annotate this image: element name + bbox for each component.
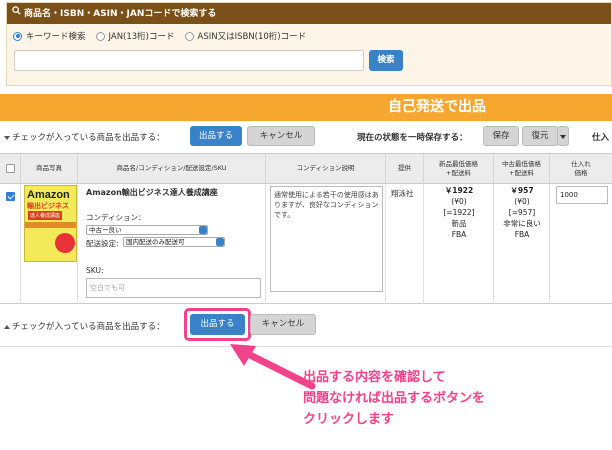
header-provider: 提供	[386, 154, 424, 184]
header-photo: 商品写真	[21, 154, 78, 184]
book-title-line1: Amazon	[27, 189, 70, 201]
condition-select-value: 中古ー良い	[89, 226, 122, 234]
row-checkbox[interactable]	[6, 192, 15, 201]
new-price-block: ￥1922 (¥0) [=1922] 新品 FBA	[424, 186, 494, 240]
search-input[interactable]	[14, 50, 364, 71]
cancel-button-top[interactable]: キャンセル	[247, 126, 315, 146]
sku-input[interactable]: 空白でも可	[86, 278, 261, 298]
product-title: Amazon輸出ビジネス達人養成講座	[86, 188, 218, 197]
new-total: [=1922]	[443, 207, 475, 217]
used-price: ￥957	[510, 186, 534, 195]
cell-provider	[386, 184, 424, 304]
header-used-price: 中古最低価格 +配送料	[494, 154, 550, 184]
used-channel: FBA	[514, 229, 530, 239]
radio-asin-label: ASIN又はISBN(10桁)コード	[197, 32, 307, 42]
submit-button-bottom[interactable]: 出品する	[190, 314, 245, 335]
chevron-down-icon	[199, 226, 207, 234]
annotation-line-1: 出品する内容を確認して	[303, 370, 446, 385]
annotation-text: 出品する内容を確認して 問題なければ出品するボタンを クリックします	[303, 367, 603, 430]
condition-select[interactable]: 中古ー良い	[86, 225, 208, 235]
submit-button-top[interactable]: 出品する	[190, 126, 242, 146]
cost-input[interactable]: 1000	[556, 186, 608, 204]
shipping-label: 配送設定:	[86, 239, 119, 248]
new-channel: FBA	[451, 229, 467, 239]
header-name: 商品名/コンディション/配送設定/SKU	[78, 154, 266, 184]
used-condition: 非常に良い	[503, 218, 541, 228]
new-price: ￥1922	[444, 186, 474, 195]
annotation-line-3: クリックします	[303, 412, 395, 427]
radio-asin-dot[interactable]	[184, 31, 194, 41]
action-bar: チェックが入っている商品を出品する： 出品する キャンセル 現在の状態を一時保存…	[0, 122, 612, 152]
radio-keyword-label: キーワード検索	[26, 32, 86, 42]
search-mode-group: キーワード検索 JAN(13桁)コード ASIN又はISBN(10桁)コード	[13, 29, 316, 43]
condition-label: コンディション：	[86, 213, 146, 222]
banner-title: 自己発送で出品	[0, 94, 612, 121]
radio-asin[interactable]: ASIN又はISBN(10桁)コード	[184, 30, 307, 42]
radio-keyword[interactable]: キーワード検索	[13, 30, 86, 42]
search-button[interactable]: 検索	[369, 50, 403, 71]
book-title-line2: 輸出ビジネス	[27, 202, 69, 210]
select-all-checkbox[interactable]	[5, 164, 15, 173]
product-image: Amazon 輸出ビジネス 達人養成講座	[24, 185, 77, 262]
header-condition-note: コンディション説明	[266, 154, 386, 184]
caret-up-icon	[4, 324, 10, 329]
save-button[interactable]: 保存	[483, 126, 519, 146]
header-cost: 仕入れ 価格	[550, 154, 612, 184]
radio-jan[interactable]: JAN(13桁)コード	[95, 30, 175, 42]
used-total: [=957]	[508, 207, 536, 217]
save-state-label: 現在の状態を一時保存する：	[357, 133, 468, 143]
book-stripe	[25, 222, 76, 228]
cell-select	[0, 184, 21, 304]
book-title-line3: 達人養成講座	[28, 211, 63, 220]
condition-note-textarea[interactable]: 通常使用による若干の使用感はありますが、良好なコンディションです。	[270, 186, 383, 292]
restore-dropdown[interactable]	[557, 126, 569, 146]
new-condition: 新品	[451, 218, 467, 228]
cancel-button-bottom[interactable]: キャンセル	[250, 314, 316, 335]
chevron-down-icon	[216, 238, 224, 246]
used-shipping: (¥0)	[514, 196, 530, 206]
header-select	[0, 154, 21, 184]
cost-truncated-label: 仕入	[592, 133, 610, 143]
header-new-price: 新品最低価格 +配送料	[424, 154, 494, 184]
action-bar-label-text: チェックが入っている商品を出品する：	[12, 133, 165, 143]
radio-jan-dot[interactable]	[95, 31, 105, 41]
search-icon	[12, 3, 21, 24]
used-price-block: ￥957 (¥0) [=957] 非常に良い FBA	[494, 186, 550, 240]
chevron-down-icon	[560, 135, 566, 139]
restore-button[interactable]: 復元	[522, 126, 558, 146]
new-shipping: (¥0)	[451, 196, 467, 206]
search-panel: 商品名・ISBN・ASIN・JANコードで検索する	[6, 2, 612, 86]
caret-down-icon	[4, 135, 10, 140]
radio-keyword-dot[interactable]	[13, 31, 22, 41]
bottom-bar-label: チェックが入っている商品を出品する：	[4, 320, 165, 332]
book-badge-icon	[55, 233, 75, 253]
shipping-select[interactable]: 国内配送のみ配送可	[123, 237, 225, 247]
search-header: 商品名・ISBN・ASIN・JANコードで検索する	[7, 3, 611, 24]
radio-jan-label: JAN(13桁)コード	[108, 32, 175, 42]
sku-label: SKU:	[86, 266, 104, 275]
annotation-line-2: 問題なければ出品するボタンを	[303, 391, 486, 406]
search-header-label: 商品名・ISBN・ASIN・JANコードで検索する	[24, 9, 217, 19]
provider-text: 翔泳社	[391, 189, 414, 198]
action-bar-label: チェックが入っている商品を出品する：	[4, 131, 165, 143]
bottom-bar-label-text: チェックが入っている商品を出品する：	[12, 322, 165, 332]
shipping-select-value: 国内配送のみ配送可	[126, 238, 185, 246]
